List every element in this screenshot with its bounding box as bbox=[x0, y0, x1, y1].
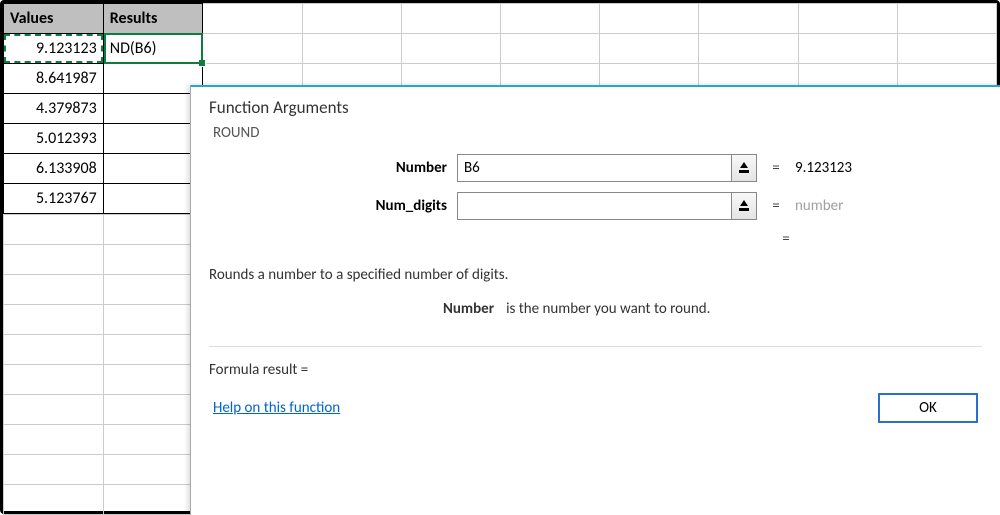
cell-result[interactable] bbox=[103, 94, 203, 124]
argument-description-name: Number bbox=[443, 300, 494, 318]
dialog-title: Function Arguments bbox=[191, 87, 1000, 126]
formula-result-label: Formula result = bbox=[209, 361, 308, 379]
grid-cell[interactable] bbox=[600, 34, 699, 64]
grid-cell[interactable] bbox=[500, 34, 599, 64]
grid-cell[interactable] bbox=[401, 34, 500, 64]
equals-sign: = bbox=[777, 230, 795, 248]
argument-label: Num_digits bbox=[217, 197, 447, 215]
cell-result[interactable] bbox=[103, 154, 203, 184]
argument-row-number: Number = 9.123123 bbox=[217, 154, 974, 182]
ok-button[interactable]: OK bbox=[878, 393, 978, 423]
grid-cell[interactable] bbox=[401, 4, 500, 34]
function-name-label: ROUND bbox=[209, 124, 263, 142]
overall-result-row: = bbox=[217, 230, 974, 248]
formula-result: Formula result = bbox=[209, 361, 982, 379]
function-description-text: Rounds a number to a specified number of… bbox=[209, 266, 982, 284]
argument-evaluated-placeholder: number bbox=[795, 197, 843, 215]
function-group: ROUND Number = 9.123123 Num_digits bbox=[209, 126, 982, 248]
dialog-footer: Help on this function OK bbox=[209, 393, 982, 423]
argument-evaluated: 9.123123 bbox=[795, 159, 852, 177]
divider bbox=[209, 346, 982, 347]
argument-input-num-digits[interactable] bbox=[457, 192, 731, 220]
grid-cell[interactable] bbox=[798, 34, 897, 64]
equals-sign: = bbox=[767, 159, 785, 177]
grid-cell[interactable] bbox=[302, 34, 401, 64]
grid-cell[interactable] bbox=[203, 34, 302, 64]
cell-value[interactable]: 5.123767 bbox=[4, 184, 104, 214]
cell-result-editing[interactable]: ND(B6) bbox=[103, 34, 203, 64]
cell-result[interactable] bbox=[103, 124, 203, 154]
column-header-values[interactable]: Values bbox=[4, 4, 104, 34]
cell-value[interactable]: 4.379873 bbox=[4, 94, 104, 124]
cell-value[interactable]: 9.123123 bbox=[4, 34, 104, 64]
spreadsheet-grid-empty[interactable] bbox=[3, 214, 204, 515]
cell-result[interactable] bbox=[103, 184, 203, 214]
collapse-dialog-icon[interactable] bbox=[731, 192, 757, 220]
argument-label: Number bbox=[217, 159, 447, 177]
argument-description-text: is the number you want to round. bbox=[506, 300, 710, 318]
equals-sign: = bbox=[767, 197, 785, 215]
cell-value[interactable]: 8.641987 bbox=[4, 64, 104, 94]
grid-cell[interactable] bbox=[699, 4, 798, 34]
cell-value[interactable]: 5.012393 bbox=[4, 124, 104, 154]
grid-cell[interactable] bbox=[203, 4, 302, 34]
grid-cell[interactable] bbox=[600, 4, 699, 34]
argument-input-number[interactable] bbox=[457, 154, 731, 182]
argument-row-num-digits: Num_digits = number bbox=[217, 192, 974, 220]
grid-cell[interactable] bbox=[302, 4, 401, 34]
grid-cell[interactable] bbox=[897, 4, 996, 34]
grid-cell[interactable] bbox=[500, 4, 599, 34]
argument-description: Number is the number you want to round. bbox=[209, 300, 982, 318]
grid-cell[interactable] bbox=[798, 4, 897, 34]
collapse-dialog-icon[interactable] bbox=[731, 154, 757, 182]
help-link[interactable]: Help on this function bbox=[213, 399, 340, 417]
function-arguments-dialog: Function Arguments ROUND Number = 9.1231… bbox=[190, 85, 1000, 515]
grid-cell[interactable] bbox=[699, 34, 798, 64]
cell-value[interactable]: 6.133908 bbox=[4, 154, 104, 184]
grid-cell[interactable] bbox=[897, 34, 996, 64]
column-header-results[interactable]: Results bbox=[103, 4, 203, 34]
function-description: Rounds a number to a specified number of… bbox=[209, 266, 982, 318]
cell-result[interactable] bbox=[103, 64, 203, 94]
